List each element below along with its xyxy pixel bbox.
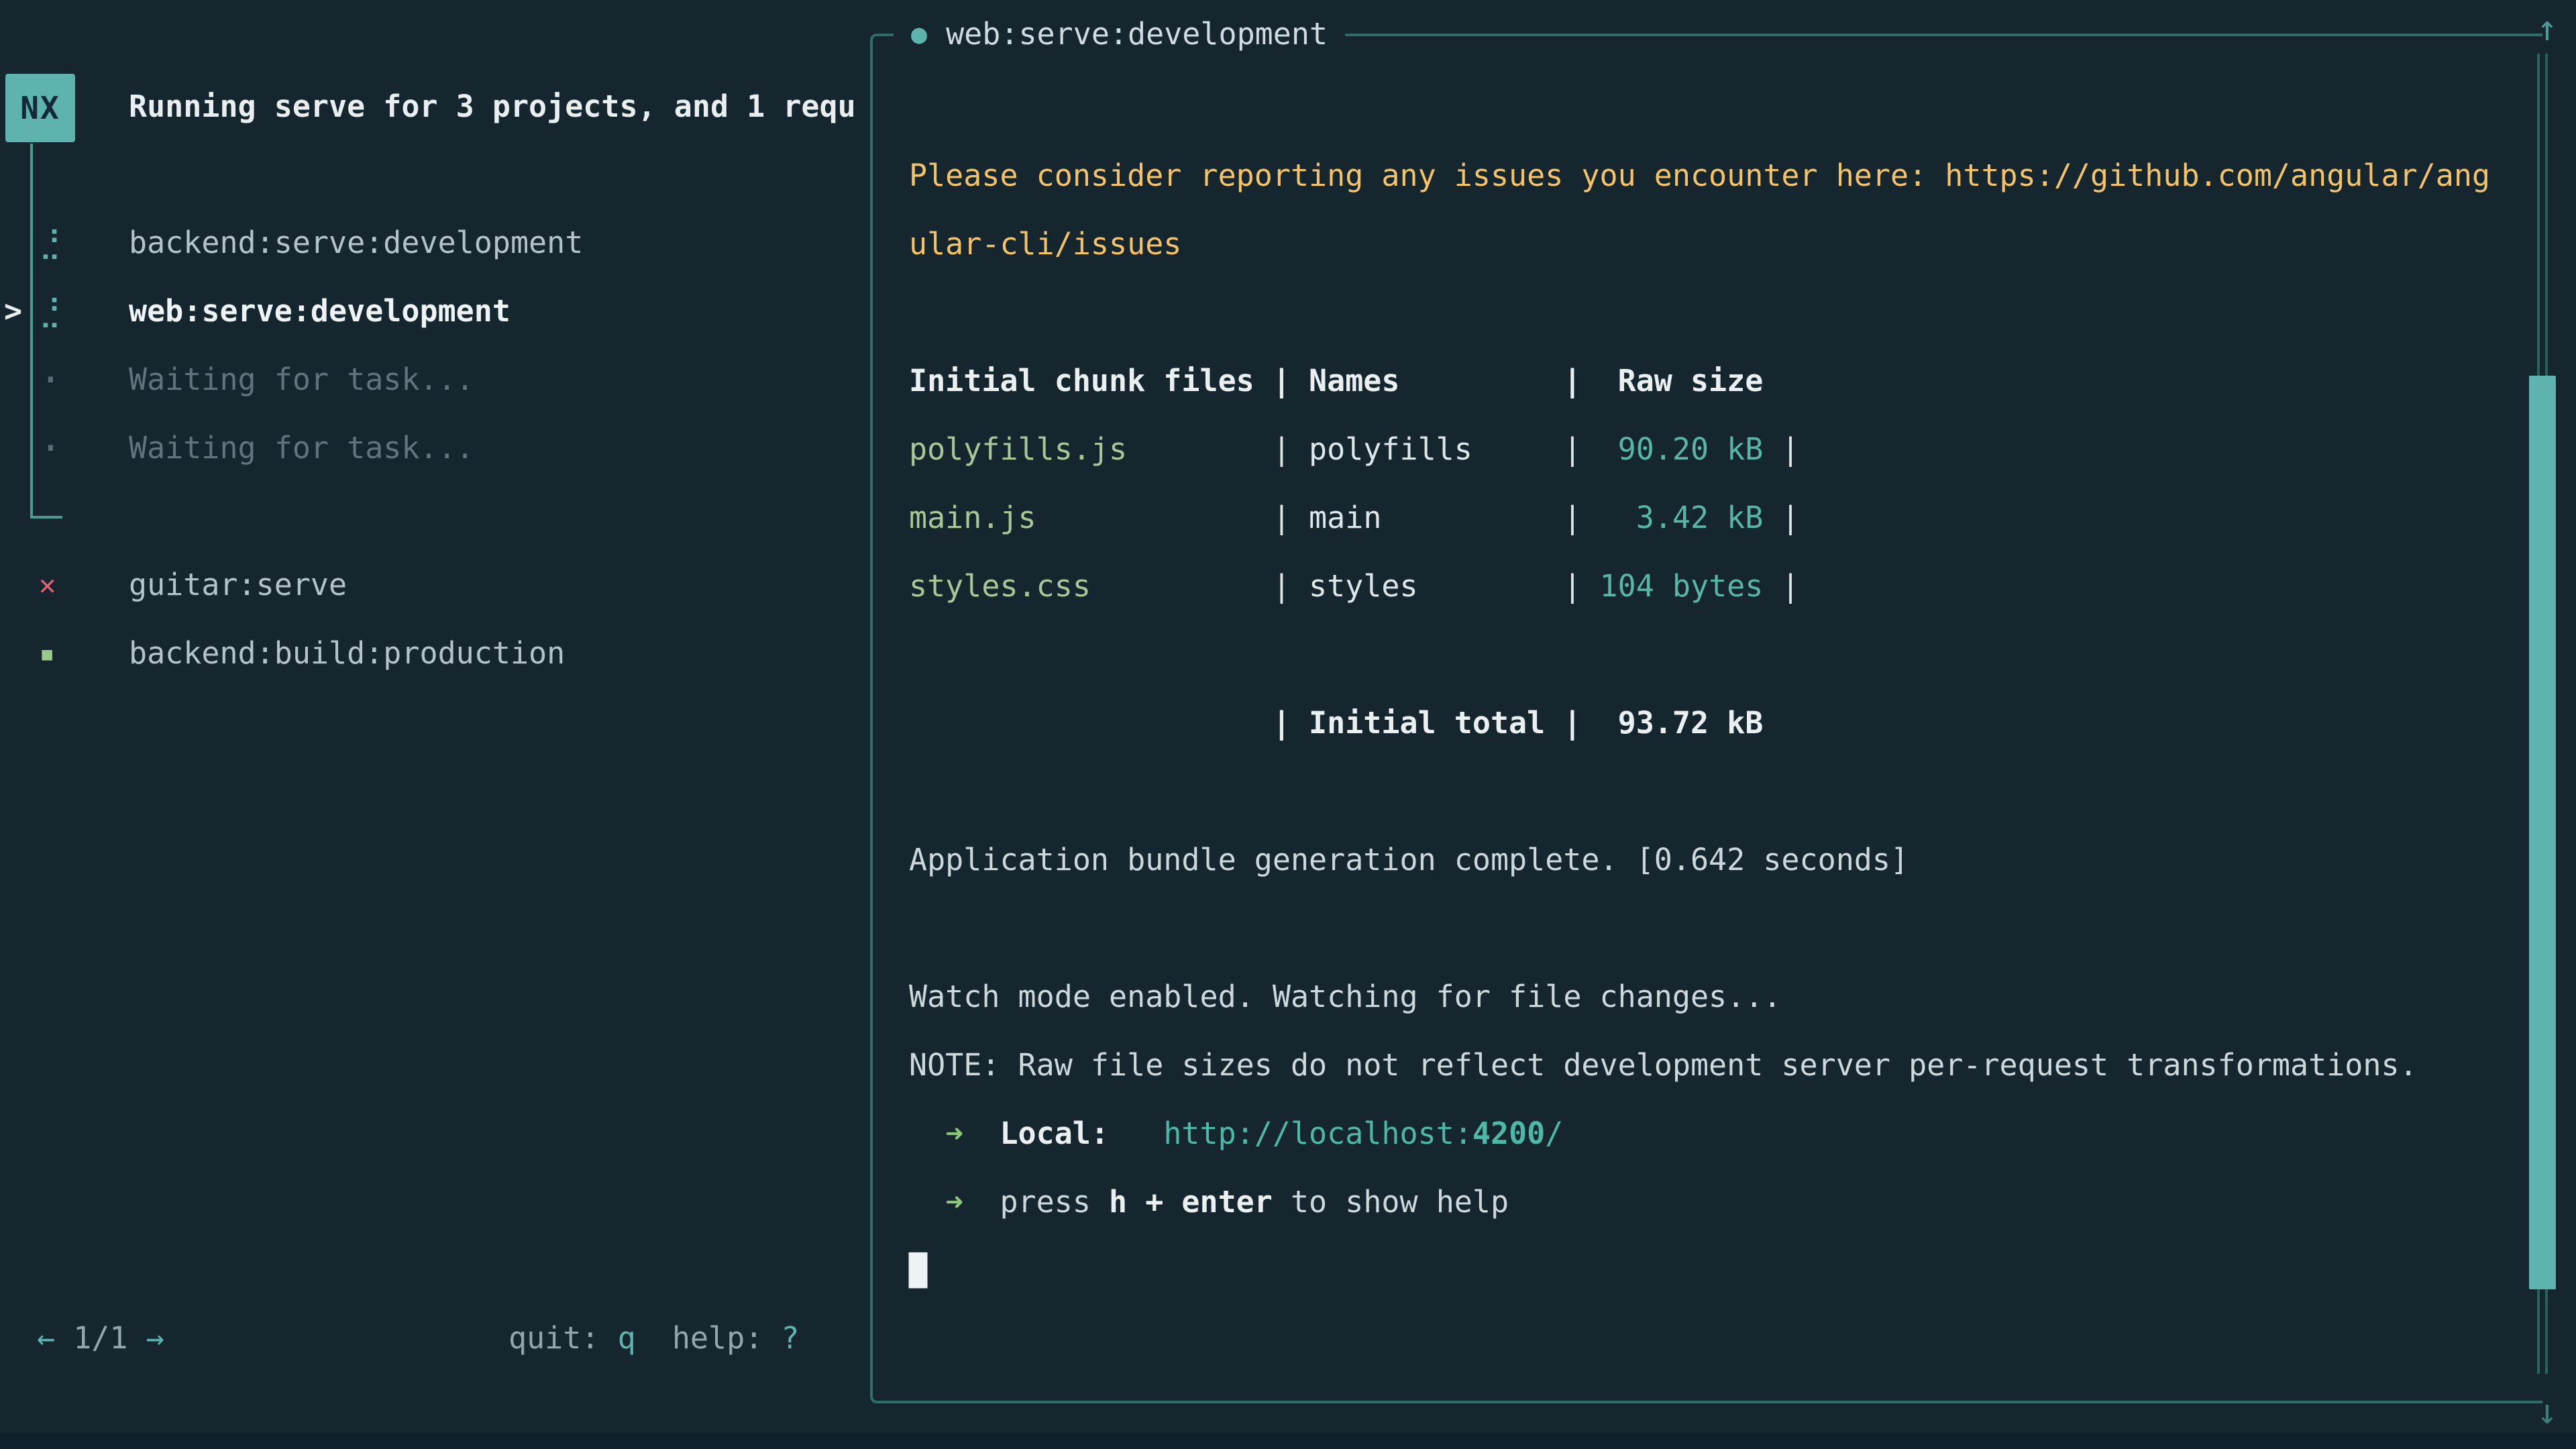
task-group-bracket-corner [30,516,62,519]
spacer [127,1320,146,1356]
help-key[interactable]: ? [781,1320,799,1356]
pagination: ← 1/1 → [37,1320,164,1356]
task-label: backend:serve:development [129,225,583,260]
log-line: Watch mode enabled. Watching for file ch… [909,963,2519,1031]
quit-key[interactable]: q [618,1320,636,1356]
log-line: polyfills.js | polyfills | 90.20 kB | [909,415,2519,484]
log-text-segment: ➜ [909,1116,1000,1151]
log-text-segment: | [1763,500,1799,535]
running-status-dot-icon: ● [911,12,927,56]
log-text-segment: polyfills.js [909,431,1127,467]
page-count: 1/1 [73,1320,127,1356]
output-panel-title-text: web:serve:development [946,12,1328,56]
nx-logo: NX [5,74,75,142]
task-row[interactable]: >⣘ web:serve:development [0,277,865,345]
log-text-segment [1109,1116,1163,1151]
log-text-segment: Please consider reporting any issues you… [909,158,2490,193]
log-line: Please consider reporting any issues you… [909,142,2519,210]
log-text-segment: Watch mode enabled. Watching for file ch… [909,979,1781,1014]
log-line: ➜ press h + enter to show help [909,1168,2519,1236]
task-row[interactable]: ⣘ backend:serve:development [0,209,865,277]
task-label: Waiting for task... [129,362,474,397]
log-line: styles.css | styles | 104 bytes | [909,552,2519,621]
task-status-waiting-icon: · [39,414,93,482]
log-text-segment: Initial chunk files | Names | Raw size [909,363,1763,398]
log-line: Initial chunk files | Names | Raw size [909,347,2519,415]
log-line: Application bundle generation complete. … [909,826,2519,894]
task-row[interactable]: · Waiting for task... [0,345,865,414]
log-text-segment: | styles | [1091,568,1582,604]
log-line: | Initial total | 93.72 kB [909,689,2519,757]
log-text-segment: 104 bytes [1581,568,1763,604]
log-line [909,278,2519,347]
keyboard-hints: quit: q help: ? [508,1320,800,1356]
prev-page-arrow-icon[interactable]: ← [37,1320,55,1356]
task-label: web:serve:development [129,293,511,329]
help-label: help: [672,1320,763,1356]
terminal-output: Please consider reporting any issues you… [909,73,2519,1305]
local-url[interactable]: http://localhost: [1163,1116,1472,1151]
log-text-segment: 3.42 kB [1581,500,1763,535]
output-panel-title: ● web:serve:development [894,12,1345,56]
log-text-segment: ular-cli/issues [909,226,1181,262]
task-label: guitar:serve [129,567,347,602]
spacer [763,1320,781,1356]
log-text-segment: | Initial total | 93.72 kB [909,705,1763,741]
log-text-segment: Application bundle generation complete. … [909,842,1909,877]
page-title: Running serve for 3 projects, and 1 requ [129,89,867,129]
log-text-segment: h + enter [1109,1184,1273,1220]
task-status-running-icon: ⣘ [39,277,93,345]
log-text-segment: | main | [1036,500,1582,535]
scrollbar-thumb[interactable] [2529,376,2556,1289]
task-status-failed-icon: ✕ [39,551,93,619]
next-page-arrow-icon[interactable]: → [146,1320,164,1356]
page-indicator [55,1320,73,1356]
terminal-cursor: █ [909,1252,927,1288]
task-row[interactable]: · Waiting for task... [0,414,865,482]
log-text-segment: styles.css [909,568,1091,604]
log-line: ular-cli/issues [909,210,2519,278]
spacer [599,1320,617,1356]
log-text-segment: | polyfills | [1127,431,1581,467]
task-status-running-icon: ⣘ [39,209,93,277]
log-line [909,73,2519,142]
quit-label: quit: [508,1320,599,1356]
task-status-success-icon: ▪ [39,619,93,688]
log-line [909,621,2519,689]
log-text-segment: | [1763,568,1799,604]
log-text-segment: 90.20 kB [1581,431,1763,467]
log-line: ➜ Local: http://localhost:4200/ [909,1099,2519,1168]
local-url[interactable]: 4200 [1472,1116,1545,1151]
task-label: Waiting for task... [129,430,474,466]
task-label: backend:build:production [129,635,565,671]
log-text-segment: press [1000,1184,1109,1220]
local-url[interactable]: / [1545,1116,1563,1151]
log-line [909,757,2519,826]
log-text-segment: ➜ [909,1184,1000,1220]
window-bottom-edge [0,1433,2576,1449]
task-list-primary: ⣘ backend:serve:development >⣘ web:serve:de… [0,209,865,482]
spacer [636,1320,672,1356]
log-line: █ [909,1236,2519,1305]
log-text-segment: to show help [1273,1184,1509,1220]
selected-task-chevron-icon: > [4,277,22,345]
task-row[interactable]: ▪ backend:build:production [0,619,865,688]
terminal-screen: { "sidebar": { "logo": "NX", "title": "R… [0,0,2576,1449]
scroll-up-arrow-icon[interactable]: ↑ [2524,7,2571,51]
task-row[interactable]: ✕ guitar:serve [0,551,865,619]
log-text-segment: NOTE: Raw file sizes do not reflect deve… [909,1047,2418,1083]
log-line: main.js | main | 3.42 kB | [909,484,2519,552]
task-list-secondary: ✕ guitar:serve ▪ backend:build:production [0,551,865,688]
log-line [909,894,2519,963]
scroll-down-arrow-icon[interactable]: ↓ [2524,1390,2571,1434]
task-status-waiting-icon: · [39,345,93,414]
log-line: NOTE: Raw file sizes do not reflect deve… [909,1031,2519,1099]
log-text-segment: main.js [909,500,1036,535]
log-text-segment: Local: [1000,1116,1109,1151]
log-text-segment: | [1763,431,1799,467]
